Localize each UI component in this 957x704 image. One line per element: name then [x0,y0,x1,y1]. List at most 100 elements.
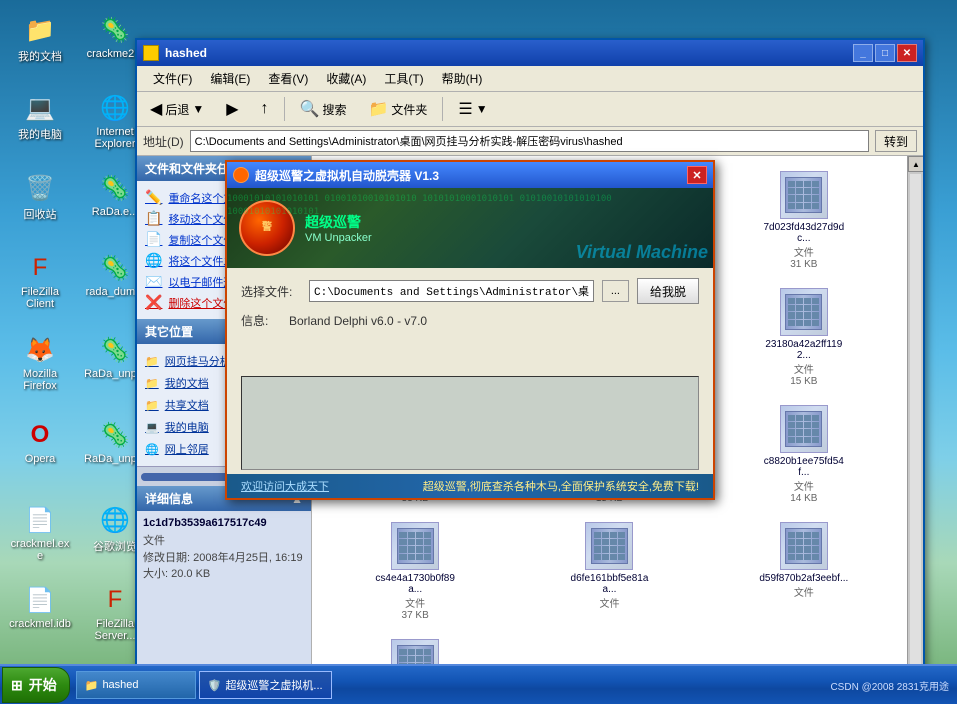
firefox-label: Mozilla Firefox [9,368,71,392]
desktop-icon-filezilla[interactable]: F FileZilla Client [5,248,75,314]
search-icon: 🔍 [300,99,320,119]
taskbar-hashed[interactable]: 📁 hashed [76,671,196,699]
file-size-2: 31 KB [790,259,817,270]
delete-icon: ❌ [145,294,162,311]
select-file-label: 选择文件: [241,283,301,300]
desktop-icon-crackmel-idb[interactable]: 📄 crackmel.idb [5,580,75,634]
detail-modified: 修改日期: 2008年4月25日, 16:19 [143,550,305,567]
file-item[interactable]: d6fe161bbf5e81aa... 文件 [514,515,704,628]
file-item[interactable]: cs4e4a1730b0f89a... 文件 37 KB [320,515,510,628]
rada-icon: 🦠 [99,172,131,204]
file-item[interactable]: 23180a42a2ff1192... 文件 15 KB [709,281,899,394]
location-3-icon: 📁 [145,399,159,412]
rada-label: RaDa.e... [92,206,138,218]
views-dropdown-icon: ▼ [476,102,488,116]
detail-size: 大小: 20.0 KB [143,566,305,583]
file-thumb-inner-10 [586,523,632,569]
desktop-icon-crackmel-exe[interactable]: 📄 crackmel.exe [5,500,75,566]
detail-content: 1c1d7b3539a617517c49 文件 修改日期: 2008年4月25日… [137,511,311,589]
tools-menu[interactable]: 工具(T) [376,68,431,89]
dialog-title-icon [233,167,249,183]
scroll-up-arrow[interactable]: ▲ [908,156,923,172]
desktop-icon-opera[interactable]: O Opera [5,415,75,469]
browse-button[interactable]: ... [602,280,629,302]
desktop-icon-my-docs[interactable]: 📁 我的文档 [5,10,75,68]
forward-button[interactable]: ▶ [217,95,247,123]
desktop-icon-my-computer[interactable]: 💻 我的电脑 [5,88,75,146]
dialog-footer: 欢迎访问大成天下 超级巡警,彻底查杀各种木马,全面保护系统安全,免费下载! [227,474,713,498]
file-name-8: c8820b1ee75fd54f... [759,456,849,478]
up-button[interactable]: ↑ [252,96,278,122]
taskbar-vm-icon: 🛡️ [208,679,222,692]
taskbar-tray: CSDN @2008 2831克用途 [822,678,957,693]
go-button[interactable]: 转到 [875,130,917,152]
publish-icon: 🌐 [145,252,162,269]
file-menu[interactable]: 文件(F) [145,68,200,89]
dialog-close-button[interactable]: ✕ [687,166,707,184]
menubar: 文件(F) 编辑(E) 查看(V) 收藏(A) 工具(T) 帮助(H) [137,66,923,92]
email-icon: ✉️ [145,273,162,290]
give-me-button[interactable]: 给我脱 [637,278,699,304]
locations-title: 其它位置 [145,323,193,340]
addressbar: 地址(D) 转到 [137,127,923,156]
file-name-2: 7d023fd43d27d9dc... [759,222,849,244]
favorites-menu[interactable]: 收藏(A) [318,68,374,89]
close-button[interactable]: ✕ [897,44,917,62]
taskbar-hashed-icon: 📁 [85,679,99,692]
file-size-8: 14 KB [790,493,817,504]
file-type-11: 文件 [794,584,814,599]
rada-unp2-icon: 🦠 [99,419,131,451]
google-label: 谷歌浏览 [93,538,137,554]
detail-section: 详细信息 ▲ 1c1d7b3539a617517c49 文件 修改日期: 200… [137,486,311,589]
up-icon: ↑ [261,100,269,118]
views-button[interactable]: ☰ ▼ [449,95,496,123]
address-input[interactable] [190,130,869,152]
footer-link[interactable]: 欢迎访问大成天下 [241,478,329,494]
start-button[interactable]: ⊞ 开始 [2,667,70,703]
folders-label: 文件夹 [391,101,427,118]
file-thumb-grid-9 [397,528,434,565]
file-name-5: 23180a42a2ff1192... [759,339,849,361]
edit-menu[interactable]: 编辑(E) [202,68,258,89]
file-item[interactable]: c8820b1ee75fd54f... 文件 14 KB [709,398,899,511]
file-path-input[interactable] [309,280,594,302]
file-item[interactable]: d59f870b2af3eebf... 文件 [709,515,899,628]
folders-button[interactable]: 📁 文件夹 [359,95,436,123]
location-5-label: 网上邻居 [165,441,209,457]
file-type-8: 文件 [794,478,814,493]
taskbar-vm[interactable]: 🛡️ 超级巡警之虚拟机... [199,671,332,699]
desktop-icon-recycle[interactable]: 🗑️ 回收站 [5,168,75,226]
file-thumb-grid-2 [785,177,822,214]
start-label: 开始 [29,675,57,695]
search-label: 搜索 [322,101,346,118]
info-row: 信息: Borland Delphi v6.0 - v7.0 [241,312,699,329]
dialog-titlebar: 超级巡警之虚拟机自动脱壳器 V1.3 ✕ [227,162,713,188]
window-titlebar: hashed _ □ ✕ [137,40,923,66]
dialog-logo-inner: 警 [262,222,272,234]
recycle-icon: 🗑️ [24,172,56,204]
window-controls: _ □ ✕ [853,44,917,62]
search-button[interactable]: 🔍 搜索 [291,95,356,123]
file-thumb-inner-11 [781,523,827,569]
maximize-button[interactable]: □ [875,44,895,62]
minimize-button[interactable]: _ [853,44,873,62]
desktop-icon-firefox[interactable]: 🦊 Mozilla Firefox [5,330,75,396]
file-thumb-9 [391,522,439,570]
crackmel-exe-icon: 📄 [24,504,56,536]
rename-icon: ✏️ [145,189,162,206]
my-computer-icon: 💻 [24,92,56,124]
location-1-icon: 📁 [145,355,159,368]
help-menu[interactable]: 帮助(H) [434,68,491,89]
right-scrollbar[interactable]: ▲ ▼ [907,156,923,696]
file-thumb-inner-9 [392,523,438,569]
detail-title: 详细信息 [145,490,193,507]
dialog-body: 选择文件: ... 给我脱 信息: Borland Delphi v6.0 - … [227,268,713,372]
view-menu[interactable]: 查看(V) [260,68,316,89]
toolbar-separator-1 [284,97,285,121]
taskbar-vm-label: 超级巡警之虚拟机... [225,677,322,693]
file-thumb-grid-11 [785,528,822,565]
back-button[interactable]: ◀ 后退 ▼ [141,95,213,123]
file-name-10: d6fe161bbf5e81aa... [564,573,654,595]
file-thumb-inner-2 [781,172,827,218]
file-item[interactable]: 7d023fd43d27d9dc... 文件 31 KB [709,164,899,277]
